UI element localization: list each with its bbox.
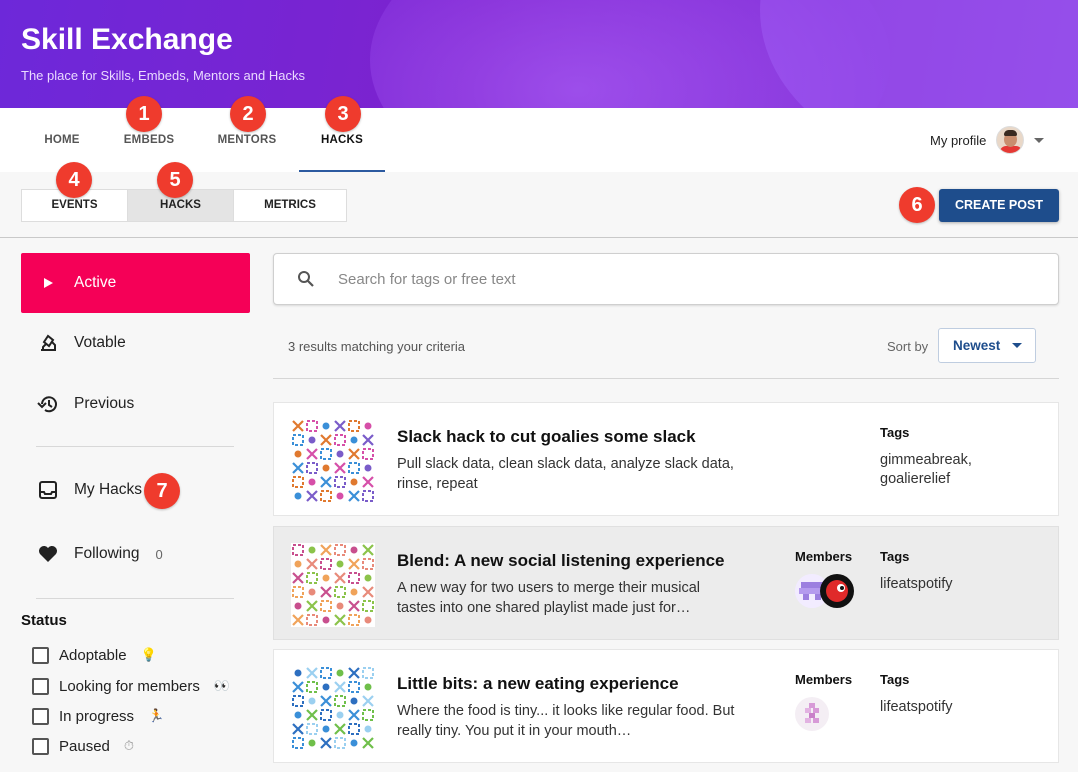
sidebar-divider: [36, 446, 234, 447]
tags-heading: Tags: [880, 549, 910, 564]
ballot-icon: [21, 333, 74, 353]
eyes-icon: 👀: [213, 678, 231, 693]
main-nav: HOME EMBEDS MENTORS HACKS My profile: [0, 108, 1078, 172]
post-card[interactable]: Blend: A new social listening experience…: [273, 526, 1059, 640]
post-title: Blend: A new social listening experience: [397, 551, 725, 570]
stopwatch-icon: ⏱: [123, 738, 135, 753]
create-post-button[interactable]: CREATE POST: [939, 189, 1059, 222]
search-icon: [274, 270, 338, 288]
search-bar: [273, 253, 1059, 305]
profile-label: My profile: [930, 132, 987, 148]
runner-icon: 🏃: [148, 708, 165, 723]
callout-badge: 1: [126, 96, 162, 132]
post-thumbnail: [291, 666, 375, 750]
sidebar-item-my-hacks[interactable]: My Hacks: [21, 460, 250, 520]
callout-badge: 2: [230, 96, 266, 132]
heart-icon: [21, 545, 74, 563]
post-description: Pull slack data, clean slack data, analy…: [397, 456, 734, 492]
post-card[interactable]: Slack hack to cut goalies some slack Pul…: [273, 402, 1059, 516]
post-title: Slack hack to cut goalies some slack: [397, 427, 696, 446]
app-subtitle: The place for Skills, Embeds, Mentors an…: [21, 68, 305, 83]
following-count: 0: [155, 546, 163, 562]
callout-badge: 5: [157, 162, 193, 198]
sort-value: Newest: [953, 338, 1001, 353]
divider: [273, 378, 1059, 379]
callout-badge: 6: [899, 187, 935, 223]
post-description: Where the food is tiny... it looks like …: [397, 703, 735, 739]
checkbox[interactable]: [32, 737, 49, 755]
lightbulb-icon: 💡: [140, 647, 157, 662]
sort-select[interactable]: Newest: [938, 328, 1036, 363]
divider: [0, 237, 1078, 238]
avatar: [996, 126, 1025, 154]
sidebar-item-label: Previous: [74, 395, 135, 412]
post-description: A new way for two users to merge their m…: [397, 580, 701, 616]
profile-menu[interactable]: My profile: [930, 126, 1045, 154]
status-filter-paused[interactable]: Paused ⏱: [32, 736, 134, 756]
app-title: Skill Exchange: [21, 23, 233, 56]
inbox-icon: [21, 480, 74, 500]
chevron-down-icon: [1034, 137, 1045, 143]
app-header: Skill Exchange The place for Skills, Emb…: [0, 0, 1078, 108]
callout-badge: 7: [144, 473, 180, 509]
sort-label: Sort by: [887, 339, 929, 354]
sidebar-item-following[interactable]: Following 0: [21, 524, 250, 584]
sidebar-item-label: Following: [74, 545, 140, 562]
tags-heading: Tags: [880, 425, 910, 440]
post-tags: lifeatspotify: [880, 576, 953, 592]
status-label: Adoptable: [59, 646, 127, 664]
checkbox[interactable]: [32, 646, 49, 664]
status-label: Looking for members: [59, 677, 200, 695]
members-heading: Members: [795, 549, 853, 564]
header-decoration: [760, 0, 1078, 108]
sidebar-item-active[interactable]: Active: [21, 253, 250, 313]
segment-metrics[interactable]: METRICS: [234, 190, 346, 221]
sidebar-item-previous[interactable]: Previous: [21, 374, 250, 434]
sidebar-item-votable[interactable]: Votable: [21, 313, 250, 373]
checkbox[interactable]: [32, 707, 49, 725]
sidebar-item-label: Votable: [74, 334, 126, 351]
status-heading: Status: [21, 612, 67, 629]
post-thumbnail: [291, 543, 375, 627]
avatar: [820, 574, 854, 608]
status-label: Paused: [59, 737, 110, 755]
post-card[interactable]: Little bits: a new eating experience Whe…: [273, 649, 1059, 763]
post-tags: gimmeabreak, goalierelief: [880, 452, 972, 487]
results-count: 3 results matching your criteria: [288, 339, 466, 354]
tab-home[interactable]: HOME: [27, 108, 97, 172]
callout-badge: 4: [56, 162, 92, 198]
avatar: [795, 697, 829, 731]
chevron-down-icon: [1012, 343, 1023, 348]
status-filter-adoptable[interactable]: Adoptable 💡: [32, 645, 157, 665]
status-label: In progress: [59, 707, 135, 725]
tags-heading: Tags: [880, 672, 910, 687]
callout-badge: 3: [325, 96, 361, 132]
status-filter-in-progress[interactable]: In progress 🏃: [32, 706, 164, 726]
play-icon: [21, 277, 74, 289]
sidebar-item-label: Active: [74, 274, 117, 291]
active-tab-indicator: [299, 170, 385, 172]
status-filter-looking[interactable]: Looking for members 👀: [32, 676, 230, 696]
sidebar-item-label: My Hacks: [74, 481, 143, 498]
post-thumbnail: [291, 419, 375, 503]
checkbox[interactable]: [32, 677, 49, 695]
history-icon: [21, 394, 74, 414]
post-title: Little bits: a new eating experience: [397, 674, 679, 693]
search-input[interactable]: [338, 270, 938, 288]
members-heading: Members: [795, 672, 853, 687]
post-tags: lifeatspotify: [880, 699, 953, 715]
sidebar-divider: [36, 598, 234, 599]
